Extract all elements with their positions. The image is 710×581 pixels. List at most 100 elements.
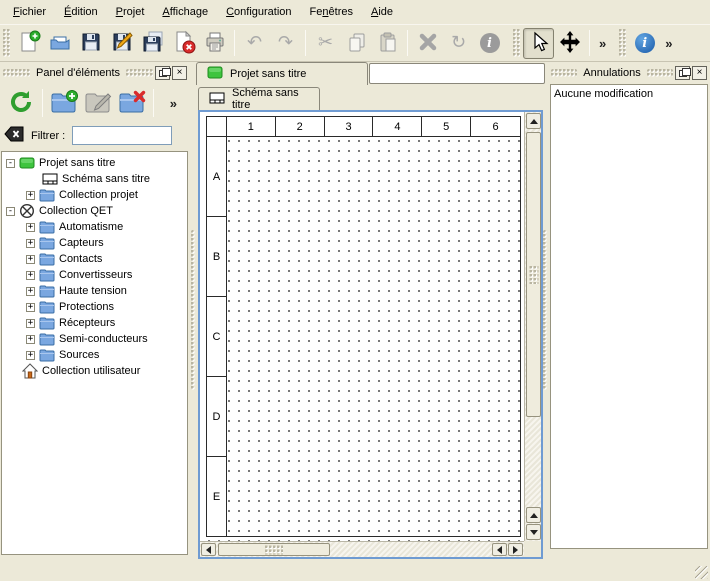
scroll-left-button[interactable] [201,543,216,556]
about-button[interactable]: i [629,28,660,59]
folder-plus-icon [49,88,79,119]
titlebar-texture [3,69,30,77]
tree-item-convertisseurs[interactable]: + Convertisseurs [2,267,187,283]
close-project-button[interactable] [168,28,199,59]
paste-icon [376,30,400,57]
horizontal-scrollbar[interactable] [200,541,524,557]
expand-toggle[interactable]: + [26,351,35,360]
menu-configuration[interactable]: Configuration [217,2,300,22]
new-project-button[interactable] [13,28,44,59]
save-button[interactable] [75,28,106,59]
open-project-button[interactable] [44,28,75,59]
expand-toggle[interactable]: + [26,223,35,232]
panel-toolbar-overflow-chevron[interactable]: » [165,96,182,111]
tree-item-capteurs[interactable]: + Capteurs [2,235,187,251]
copy-icon [345,30,369,57]
edit-category-button [81,87,115,119]
tabbar-empty-area [369,63,545,84]
elements-panel-toolbar: » [0,82,190,123]
tree-item-collection-utilisateur[interactable]: Collection utilisateur [2,363,187,379]
menu-projet[interactable]: Projet [107,2,154,22]
tree-item-collection-qet[interactable]: - Collection QET [2,203,187,219]
toolbar-drag-handle[interactable] [619,29,626,57]
toolbar-overflow-chevron[interactable]: » [594,36,611,51]
selection-mode-button[interactable] [523,28,554,59]
collapse-toggle[interactable]: - [6,207,15,216]
toolbar-overflow-chevron[interactable]: » [660,36,677,51]
refresh-icon [7,88,35,119]
tree-item-recepteurs[interactable]: + Récepteurs [2,315,187,331]
expand-toggle[interactable]: + [26,191,35,200]
row-header: E [207,457,227,537]
tree-item-projet-sans-titre[interactable]: - Projet sans titre [2,155,187,171]
scroll-right-button[interactable] [508,543,523,556]
qet-logo-icon [19,203,35,219]
tree-item-schema-sans-titre[interactable]: Schéma sans titre [2,171,187,187]
expand-toggle[interactable]: + [26,255,35,264]
tree-item-contacts[interactable]: + Contacts [2,251,187,267]
clear-filter-button[interactable] [4,126,24,145]
tree-item-haute-tension[interactable]: + Haute tension [2,283,187,299]
tree-item-protections[interactable]: + Protections [2,299,187,315]
scissors-icon: ✂ [318,34,333,52]
toolbar-drag-handle[interactable] [513,29,520,57]
tree-item-collection-projet[interactable]: + Collection projet [2,187,187,203]
vertical-scroll-thumb[interactable] [526,132,541,417]
arrow-left-icon [206,546,211,554]
float-dock-button[interactable] [155,66,170,80]
scroll-up-button[interactable] [526,113,541,129]
reload-collections-button[interactable] [4,87,38,119]
tree-item-label: Semi-conducteurs [59,333,148,345]
vertical-scrollbar[interactable] [524,112,541,541]
pan-mode-button[interactable] [554,28,585,59]
toolbar-drag-handle[interactable] [3,29,10,57]
row-header: A [207,137,227,217]
expand-toggle[interactable]: + [26,335,35,344]
undo-history-list[interactable]: Aucune modification [550,84,708,549]
main-toolbar: ↶ ↷ ✂ ↻ i [0,24,710,62]
elements-panel-titlebar[interactable]: Panel d'éléments × [3,64,187,82]
menu-fichier[interactable]: Fichier [4,2,55,22]
tree-item-label: Collection QET [39,205,113,217]
expand-toggle[interactable]: + [26,287,35,296]
tab-projet-sans-titre[interactable]: Projet sans titre [196,62,368,85]
arrow-left-icon [497,546,502,554]
tree-item-sources[interactable]: + Sources [2,347,187,363]
corner-cell [207,117,227,137]
close-dock-button[interactable]: × [172,66,187,80]
close-dock-button[interactable]: × [692,66,707,80]
new-category-button[interactable] [47,87,81,119]
expand-toggle[interactable]: + [26,271,35,280]
tab-schema-sans-titre[interactable]: Schéma sans titre [198,87,320,110]
cut-button: ✂ [310,28,341,59]
titlebar-texture [551,69,577,77]
resize-grip[interactable] [695,566,708,579]
scroll-up-button-bottom[interactable] [526,507,541,523]
filter-input[interactable] [72,126,172,145]
expand-toggle[interactable]: + [26,303,35,312]
scroll-left-button-right[interactable] [492,543,507,556]
print-button[interactable] [199,28,230,59]
schema-view[interactable]: 1 2 3 4 5 6 A B C D E [198,110,543,559]
print-icon [203,30,227,57]
menu-aide[interactable]: Aide [362,2,402,22]
schema-canvas[interactable]: 1 2 3 4 5 6 A B C D E [200,112,524,541]
expand-toggle[interactable]: + [26,239,35,248]
tree-item-automatisme[interactable]: + Automatisme [2,219,187,235]
copy-button [341,28,372,59]
expand-toggle[interactable]: + [26,319,35,328]
menu-fenetres[interactable]: Fenêtres [301,2,362,22]
save-all-button[interactable] [137,28,168,59]
menu-affichage[interactable]: Affichage [153,2,217,22]
tree-item-label: Contacts [59,253,102,265]
save-as-button[interactable] [106,28,137,59]
tree-item-semi-conducteurs[interactable]: + Semi-conducteurs [2,331,187,347]
delete-category-button[interactable] [115,87,149,119]
undo-panel-titlebar[interactable]: Annulations × [551,64,707,82]
horizontal-scroll-thumb[interactable] [218,543,330,556]
float-dock-button[interactable] [675,66,690,80]
collapse-toggle[interactable]: - [6,159,15,168]
undo-list-item[interactable]: Aucune modification [554,86,704,102]
menu-edition[interactable]: Édition [55,2,107,22]
scroll-down-button[interactable] [526,524,541,540]
